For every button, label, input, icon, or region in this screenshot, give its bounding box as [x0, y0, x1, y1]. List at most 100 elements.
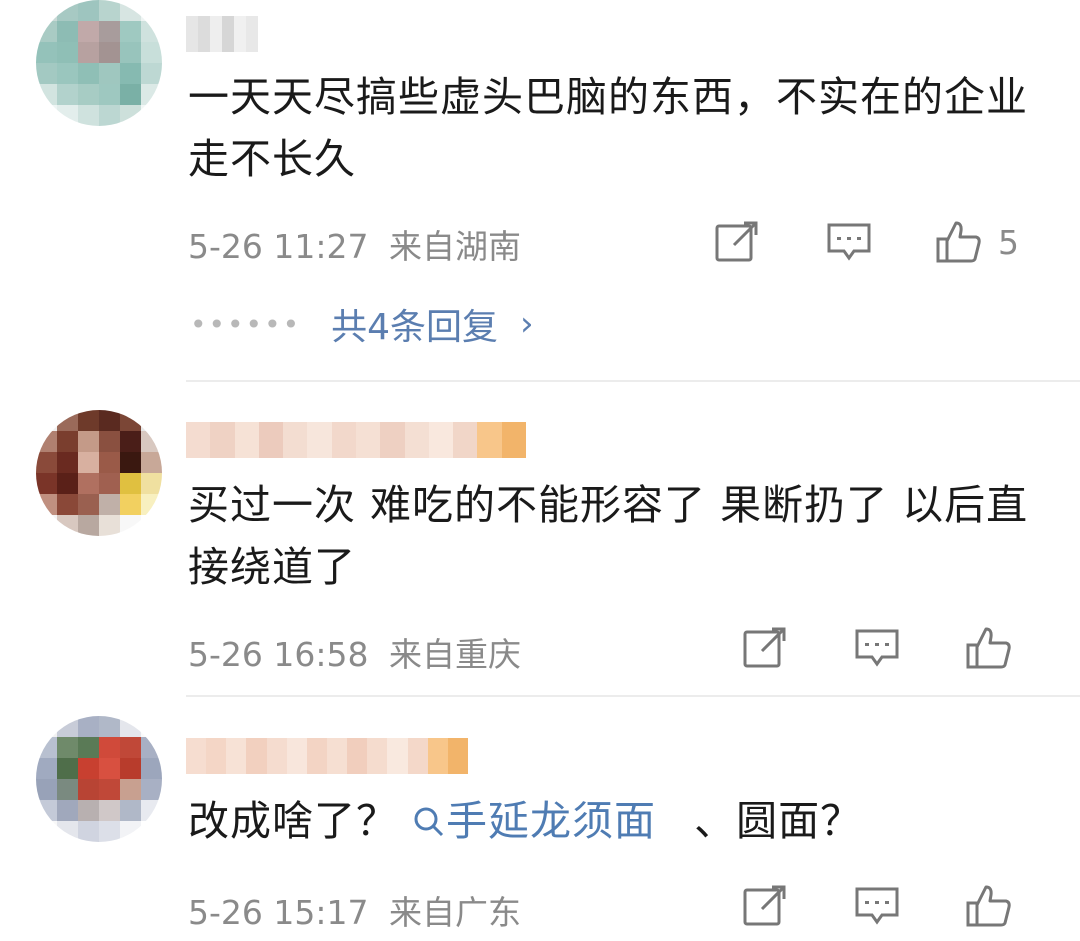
- avatar[interactable]: [36, 0, 162, 126]
- like-button[interactable]: [966, 618, 1028, 678]
- avatar-pixel: [141, 473, 162, 494]
- like-icon: [936, 221, 981, 263]
- avatar-pixel: [99, 515, 120, 536]
- divider: [186, 380, 1080, 382]
- avatar-pixel: [99, 63, 120, 84]
- comment-time: 5-26 11:27: [188, 227, 369, 266]
- username-pixel: [355, 422, 381, 458]
- avatar-pixel: [120, 42, 141, 63]
- avatar-pixel: [57, 410, 78, 431]
- replies-count-label: 共4条回复: [331, 307, 498, 348]
- username-blurred[interactable]: [186, 422, 526, 458]
- reply-button[interactable]: [854, 618, 900, 678]
- like-button[interactable]: [966, 876, 1028, 936]
- avatar-pixel: [36, 716, 57, 737]
- share-button[interactable]: [742, 876, 788, 936]
- avatar-pixel: [99, 716, 120, 737]
- avatar-pixel: [36, 84, 57, 105]
- avatar-pixel: [120, 779, 141, 800]
- username-pixel: [428, 422, 454, 458]
- avatar-pixel: [141, 63, 162, 84]
- username-pixel: [186, 422, 211, 458]
- share-button[interactable]: [742, 618, 788, 678]
- search-topic-link[interactable]: 手延龙须面: [412, 797, 656, 845]
- like-icon: [966, 885, 1011, 927]
- username-pixel: [427, 738, 448, 774]
- avatar-pixel: [99, 105, 120, 126]
- avatar-pixel: [141, 42, 162, 63]
- avatar-pixel: [141, 716, 162, 737]
- avatar-pixel: [120, 410, 141, 431]
- avatar-pixel: [99, 84, 120, 105]
- avatar-pixel: [78, 716, 99, 737]
- share-icon: [715, 221, 758, 262]
- comment-text-before: 改成啥了？: [188, 797, 398, 845]
- avatar-pixel: [120, 758, 141, 779]
- avatar-pixel: [120, 473, 141, 494]
- username-pixel: [367, 738, 388, 774]
- comment-item: 买过一次 难吃的不能形容了 果断扔了 以后直接绕道了 5-26 16:58 来自…: [0, 400, 1080, 695]
- avatar[interactable]: [36, 716, 162, 842]
- comment-time: 5-26 15:17: [188, 893, 369, 932]
- avatar-pixel: [120, 716, 141, 737]
- avatar-pixel: [120, 84, 141, 105]
- avatar-pixel: [120, 494, 141, 515]
- username-pixel: [447, 738, 468, 774]
- avatar-pixel: [99, 410, 120, 431]
- avatar-pixel: [141, 779, 162, 800]
- username-pixel: [347, 738, 368, 774]
- avatar-pixel: [36, 800, 57, 821]
- chevron-right-icon: ›: [520, 304, 534, 344]
- avatar-pixel: [78, 63, 99, 84]
- avatar-pixel: [36, 431, 57, 452]
- avatar-pixel: [141, 105, 162, 126]
- username-pixel: [306, 738, 327, 774]
- comment-location: 来自重庆: [389, 635, 521, 674]
- username-pixel: [501, 422, 526, 458]
- reply-button[interactable]: [826, 212, 872, 272]
- username-pixel: [286, 738, 307, 774]
- reply-button[interactable]: [854, 876, 900, 936]
- avatar-pixel: [78, 515, 99, 536]
- avatar-pixel: [36, 63, 57, 84]
- avatar-pixel: [78, 452, 99, 473]
- username-pixel: [453, 422, 478, 458]
- avatar[interactable]: [36, 410, 162, 536]
- search-icon: [412, 797, 446, 845]
- avatar-pixel: [120, 821, 141, 842]
- share-button[interactable]: [714, 212, 760, 272]
- view-replies-link[interactable]: •••••• 共4条回复 ›: [190, 298, 534, 350]
- avatar-pixel: [99, 452, 120, 473]
- avatar-pixel: [99, 473, 120, 494]
- username-pixel: [234, 16, 246, 52]
- username-pixel: [234, 422, 259, 458]
- username-pixel: [307, 422, 332, 458]
- username-pixel: [186, 16, 198, 52]
- avatar-pixel: [99, 737, 120, 758]
- like-button[interactable]: 5: [936, 212, 1019, 272]
- avatar-pixel: [78, 779, 99, 800]
- avatar-pixel: [36, 494, 57, 515]
- share-icon: [743, 885, 786, 926]
- share-icon: [743, 627, 786, 668]
- divider: [186, 695, 1080, 697]
- comment-icon: [855, 629, 899, 667]
- comment-meta: 5-26 16:58 来自重庆: [188, 628, 521, 676]
- username-blurred[interactable]: [186, 16, 258, 52]
- avatar-pixel: [57, 84, 78, 105]
- avatar-pixel: [57, 105, 78, 126]
- avatar-pixel: [78, 410, 99, 431]
- avatar-pixel: [141, 758, 162, 779]
- avatar-pixel: [78, 431, 99, 452]
- avatar-pixel: [57, 42, 78, 63]
- avatar-pixel: [57, 0, 78, 21]
- avatar-pixel: [78, 42, 99, 63]
- username-blurred[interactable]: [186, 738, 468, 774]
- avatar-pixel: [99, 821, 120, 842]
- avatar-pixel: [141, 21, 162, 42]
- avatar-pixel: [99, 431, 120, 452]
- avatar-pixel: [78, 737, 99, 758]
- comment-item: 一天天尽搞些虚头巴脑的东西，不实在的企业走不长久 5-26 11:27 来自湖南…: [0, 0, 1080, 380]
- comment-actions: [680, 876, 1080, 936]
- avatar-pixel: [57, 63, 78, 84]
